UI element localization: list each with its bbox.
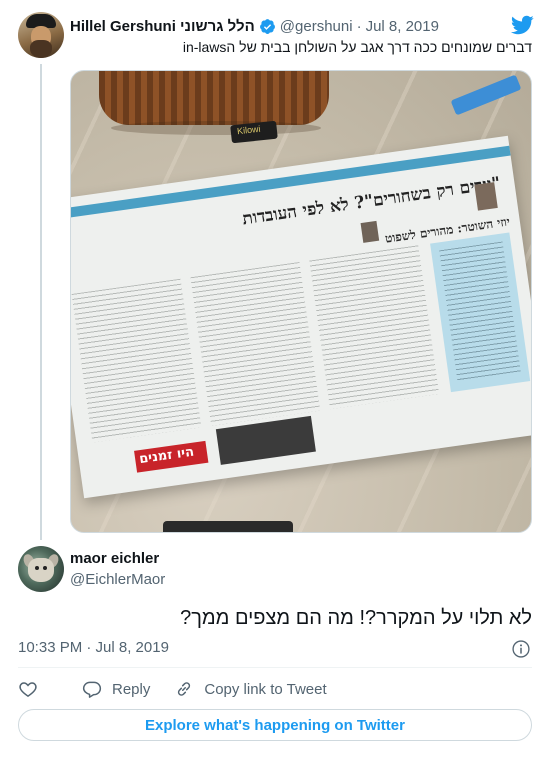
wicker-basket [99, 71, 329, 125]
author-handle[interactable]: @gershuni [280, 18, 353, 35]
info-icon[interactable] [511, 639, 531, 659]
tweet-header: Hillel Gershuni הלל גרשוני @gershuni · J… [70, 15, 439, 37]
reply-header: maor eichler @EichlerMaor [70, 549, 165, 590]
action-bar: Reply Copy link to Tweet [18, 678, 327, 700]
newspaper: "יורים רק בשחורים"? לא לפי העובדות יוזי … [71, 135, 531, 499]
tweet-media-photo[interactable]: Kilowi "יורים רק בשחורים"? לא לפי העובדו… [70, 70, 532, 533]
heart-icon [19, 682, 37, 697]
divider [18, 667, 532, 668]
explore-button[interactable]: Explore what's happening on Twitter [18, 709, 532, 741]
blue-tape [450, 74, 522, 116]
header-separator: · [356, 17, 362, 35]
phone-edge [163, 521, 293, 532]
newspaper-column [190, 261, 321, 426]
avatar-gershuni[interactable] [18, 12, 64, 58]
reply-text: לא תלוי על המקרר?! מה הם מצפים ממך? [180, 607, 532, 629]
newspaper-column [309, 245, 440, 410]
like-button[interactable] [18, 679, 48, 699]
reply-author-handle[interactable]: @EichlerMaor [70, 570, 165, 590]
thread-connector-line [40, 64, 42, 540]
tweet-date[interactable]: Jul 8, 2019 [366, 18, 439, 35]
author-name[interactable]: Hillel Gershuni הלל גרשוני [70, 18, 255, 35]
reply-label: Reply [112, 680, 151, 698]
twitter-bird-icon[interactable] [510, 13, 534, 37]
link-icon [178, 682, 191, 696]
copy-link-button[interactable]: Copy link to Tweet [174, 679, 327, 699]
reply-author-name[interactable]: maor eichler [70, 549, 165, 569]
newspaper-column [71, 278, 202, 443]
verified-badge-icon [259, 18, 275, 34]
reply-timestamp[interactable]: 10:33 PM · Jul 8, 2019 [18, 639, 169, 656]
copy-link-label: Copy link to Tweet [204, 680, 327, 698]
tweet-text: דברים שמונחים ככה דרך אגב על השולחן בבית… [182, 39, 532, 55]
newspaper-column [430, 232, 531, 393]
embedded-tweet-card: Hillel Gershuni הלל גרשוני @gershuni · J… [0, 0, 550, 758]
reply-icon [82, 681, 102, 698]
avatar-eichler[interactable] [18, 546, 64, 592]
reply-button[interactable]: Reply [82, 679, 150, 699]
